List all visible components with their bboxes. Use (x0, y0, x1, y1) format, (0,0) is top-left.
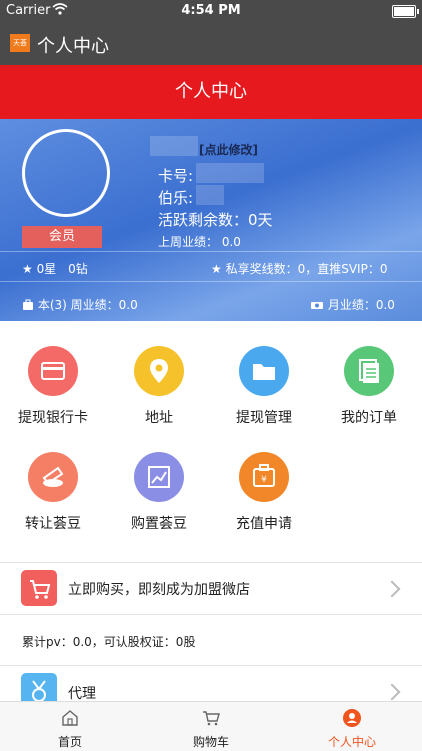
location-pin-icon (134, 346, 184, 396)
pv-row: 累计pv：0.0，可认股权证：0股 (0, 615, 422, 665)
app-bar: 天荟 个人中心 (0, 22, 422, 65)
app-logo: 天荟 (10, 34, 30, 52)
tab-label: 个人中心 (327, 735, 376, 749)
active-days-text: 活跃剩余数：0天 (158, 211, 273, 229)
profile-panel: 会员 [点此修改] 卡号: 伯乐: 活跃剩余数：0天 上周业绩： 0.0 ★ 0… (0, 119, 422, 321)
stars-count: 0星 (36, 262, 57, 276)
grid-label: 提现管理 (236, 410, 292, 426)
cart-icon (21, 570, 57, 606)
chevron-right-icon (383, 683, 401, 701)
grid-item-transfer-bean[interactable]: 转让荟豆 (3, 452, 103, 533)
reward-row: ★ 私享奖线数：0，直推SVIP：0 (211, 260, 387, 277)
tab-label: 首页 (57, 735, 82, 749)
chevron-right-icon (383, 580, 401, 598)
star-icon: ★ (211, 262, 222, 276)
grid-item-address[interactable]: 地址 (109, 346, 209, 427)
star-icon: ★ (22, 262, 33, 276)
money-icon (310, 298, 328, 312)
star-diamond-row: ★ 0星 0钻 (22, 260, 88, 277)
last-week-performance: 上周业绩： 0.0 (158, 235, 241, 249)
clock: 4:54 PM (181, 3, 241, 18)
divider (0, 281, 422, 282)
week-performance-row: 本(3) 周业绩：0.0 (22, 296, 138, 313)
bank-card-icon (28, 346, 78, 396)
agent-row[interactable]: 代理 (0, 666, 422, 701)
card-number-label: 卡号: (158, 167, 194, 185)
reward-line-text: 私享奖线数：0，直推SVIP：0 (225, 262, 388, 276)
grid-label: 转让荟豆 (25, 516, 81, 532)
bole-label: 伯乐: (158, 189, 194, 207)
chart-trend-icon (134, 452, 184, 502)
name-redacted (150, 136, 198, 156)
transfer-bean-icon (28, 452, 78, 502)
grid-item-my-orders[interactable]: 我的订单 (319, 346, 419, 427)
grid-item-withdraw-manage[interactable]: 提现管理 (214, 346, 314, 427)
grid-label: 我的订单 (341, 410, 397, 426)
recharge-bag-icon: ¥ (239, 452, 289, 502)
divider (0, 251, 422, 252)
status-bar: Carrier 4:54 PM (0, 0, 422, 22)
battery-icon (392, 5, 419, 18)
grid-label: 充值申请 (236, 516, 292, 532)
agent-row-text: 代理 (68, 686, 96, 701)
svg-text:¥: ¥ (261, 475, 267, 485)
orders-icon (344, 346, 394, 396)
grid-item-buy-bean[interactable]: 购置荟豆 (109, 452, 209, 533)
avatar[interactable] (22, 129, 110, 217)
bole-redacted (196, 185, 224, 205)
grid-label: 地址 (145, 410, 173, 426)
tab-label: 购物车 (192, 735, 229, 749)
pv-text: 累计pv：0.0，可认股权证：0股 (22, 635, 196, 649)
member-badge: 会员 (22, 226, 102, 248)
card-number-redacted (196, 163, 264, 183)
buy-row-text: 立即购买，即刻成为加盟微店 (68, 582, 250, 598)
grid-label: 提现银行卡 (18, 410, 88, 426)
tab-cart[interactable]: 购物车 (141, 702, 281, 751)
app-title: 个人中心 (37, 36, 109, 57)
home-icon (62, 710, 78, 726)
tab-bar: 首页 购物车 个人中心 (0, 701, 422, 751)
tab-profile[interactable]: 个人中心 (282, 702, 422, 751)
month-performance-text: 月业绩：0.0 (327, 298, 395, 312)
diamonds-count: 0钻 (68, 262, 88, 276)
user-icon (343, 709, 361, 727)
grid-label: 购置荟豆 (131, 516, 187, 532)
grid-item-recharge[interactable]: ¥ 充值申请 (214, 452, 314, 533)
edit-profile-link[interactable]: [点此修改] (199, 141, 258, 158)
medal-icon (21, 673, 57, 701)
month-performance-row: 月业绩：0.0 (310, 296, 395, 313)
bag-icon (22, 298, 38, 312)
buy-franchise-row[interactable]: 立即购买，即刻成为加盟微店 (0, 563, 422, 614)
cart-icon (203, 711, 220, 726)
week-performance-text: 本(3) 周业绩：0.0 (37, 298, 138, 312)
folder-icon (239, 346, 289, 396)
grid-item-bank-card[interactable]: 提现银行卡 (3, 346, 103, 427)
page-title: 个人中心 (0, 65, 422, 119)
tab-home[interactable]: 首页 (0, 702, 140, 751)
